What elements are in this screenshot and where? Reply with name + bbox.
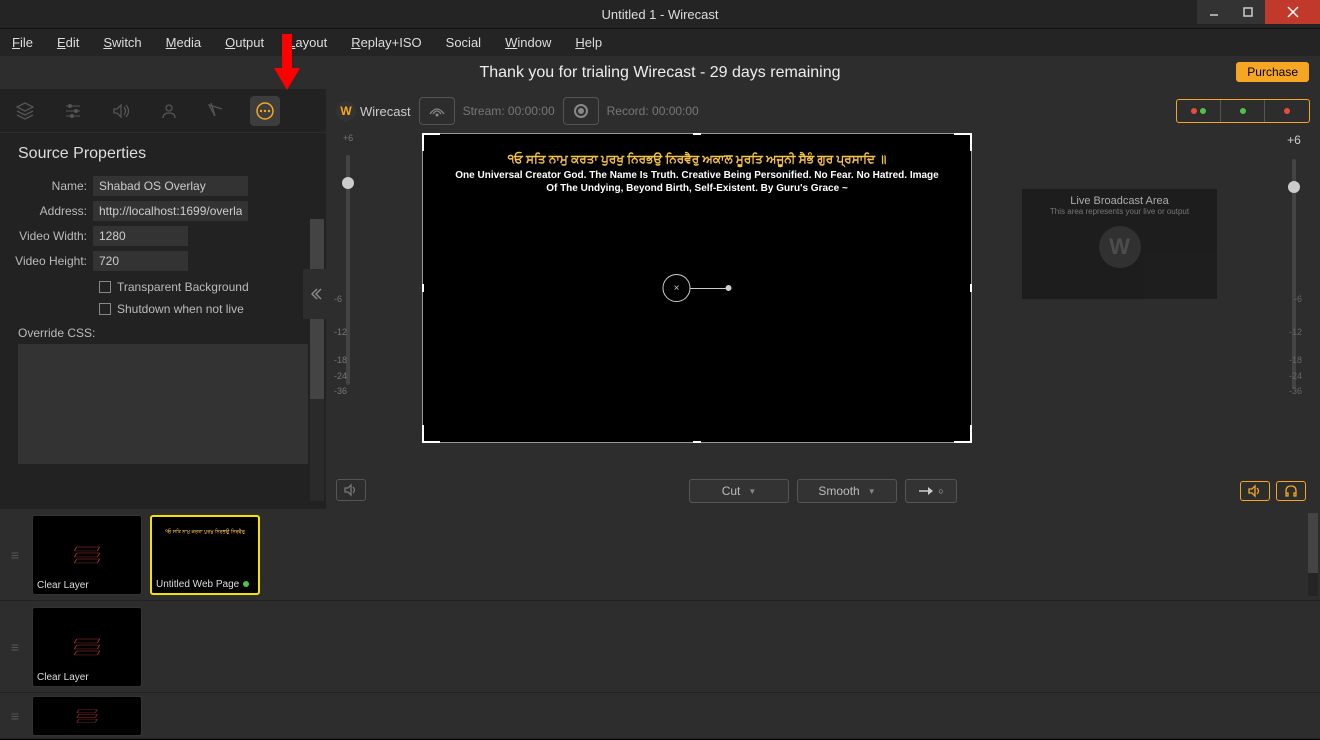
menu-file[interactable]: File [12, 35, 33, 50]
shot-clear-layer[interactable]: Clear Layer [32, 515, 142, 595]
maximize-button[interactable] [1231, 0, 1265, 24]
headphones-icon[interactable] [1276, 481, 1306, 501]
override-css-label: Override CSS: [0, 320, 326, 344]
width-label: Video Width: [8, 229, 93, 243]
meter-mark: -24 [1289, 371, 1302, 381]
checkbox-icon[interactable] [99, 281, 111, 293]
minimize-button[interactable] [1197, 0, 1231, 24]
preview-monitor[interactable]: ੧ਓ ਸਤਿ ਨਾਮੁ ਕਰਤਾ ਪੁਰਖੁ ਨਿਰਭਉ ਨਿਰਵੈਰੁ ਅਕਾ… [422, 133, 972, 443]
trial-message: Thank you for trialing Wirecast - 29 day… [479, 64, 840, 82]
trial-banner: Thank you for trialing Wirecast - 29 day… [0, 56, 1320, 89]
transform-handle[interactable]: × [663, 274, 732, 302]
name-input[interactable] [93, 176, 248, 196]
tab-crop-icon[interactable] [202, 96, 232, 126]
thumb-preview-text: ੧ਓ ਸਤਿ ਨਾਮੁ ਕਰਤਾ ਪੁਰਖੁ ਨਿਰਭਉ ਨਿਰਵੈਰੁ [161, 530, 249, 535]
go-button[interactable]: ○ [905, 479, 957, 503]
panel-title: Source Properties [0, 133, 326, 171]
layer-drag-handle[interactable]: ≡ [6, 547, 24, 563]
transition-cut-button[interactable]: Cut▼ [689, 479, 789, 503]
live-title: Live Broadcast Area [1070, 195, 1168, 207]
menu-help[interactable]: Help [575, 35, 602, 50]
shot-clear-layer[interactable]: Clear Layer [32, 607, 142, 687]
meter-mark: -6 [1294, 294, 1302, 304]
overlay-text-english: One Universal Creator God. The Name Is T… [423, 169, 971, 195]
layers-scrollbar[interactable] [1308, 513, 1318, 596]
menu-window[interactable]: Window [505, 35, 551, 50]
meter-mark: -12 [1289, 327, 1302, 337]
transition-smooth-button[interactable]: Smooth▼ [797, 479, 897, 503]
height-input[interactable] [93, 251, 188, 271]
layers-panel: ≡ Clear Layer ੧ਓ ਸਤਿ ਨਾਮੁ ਕਰਤਾ ਪੁਰਖੁ ਨਿਰ… [0, 509, 1320, 739]
speaker-icon[interactable] [1240, 481, 1270, 501]
menu-social[interactable]: Social [446, 35, 481, 50]
tab-audio-icon[interactable] [106, 96, 136, 126]
shot-clear-layer[interactable] [32, 696, 142, 736]
tab-sliders-icon[interactable] [58, 96, 88, 126]
panel-scrollbar[interactable] [310, 219, 324, 501]
properties-panel: Source Properties Name: Address: Video W… [0, 89, 326, 509]
layer-drag-handle[interactable]: ≡ [6, 708, 24, 724]
shot-untitled-web-page[interactable]: ੧ਓ ਸਤਿ ਨਾਮੁ ਕਰਤਾ ਪੁਰਖੁ ਨਿਰਭਉ ਨਿਰਵੈਰੁ Unt… [150, 515, 260, 595]
checkbox-icon[interactable] [99, 303, 111, 315]
meter-mark: -18 [1289, 355, 1302, 365]
go-light-2[interactable] [1221, 100, 1265, 122]
menu-edit[interactable]: Edit [57, 35, 79, 50]
purchase-button[interactable]: Purchase [1236, 62, 1309, 82]
close-button[interactable] [1265, 0, 1320, 24]
transparent-label: Transparent Background [117, 280, 249, 294]
layer-row-2: ≡ Clear Layer [0, 601, 1320, 693]
menu-output[interactable]: Output [225, 35, 264, 50]
live-audio-meter: +6 [1280, 89, 1308, 389]
wirecast-logo: W Wirecast [336, 101, 411, 121]
preview-audio-meter: +6 -6 -12 -18 -24 -36 [334, 89, 362, 509]
live-monitor[interactable]: Live Broadcast Area This area represents… [1022, 189, 1217, 299]
meter-mark: -36 [1289, 386, 1302, 396]
live-subtitle: This area represents your live or output [1050, 207, 1189, 216]
menu-replay[interactable]: Replay+ISO [351, 35, 421, 50]
shutdown-checkbox-row[interactable]: Shutdown when not live [0, 298, 326, 320]
layer-row-1: ≡ Clear Layer ੧ਓ ਸਤਿ ਨਾਮੁ ਕਰਤਾ ਪੁਰਖੁ ਨਿਰ… [0, 509, 1320, 601]
window-titlebar: Untitled 1 - Wirecast [0, 0, 1320, 28]
menu-switch[interactable]: Switch [103, 35, 141, 50]
panel-collapse-handle[interactable] [303, 269, 327, 319]
layer-row-3: ≡ [0, 693, 1320, 739]
tab-person-icon[interactable] [154, 96, 184, 126]
mute-icon[interactable] [336, 479, 366, 501]
name-label: Name: [8, 179, 93, 193]
menu-media[interactable]: Media [166, 35, 201, 50]
address-label: Address: [8, 204, 93, 218]
wirecast-watermark-icon: W [1099, 226, 1141, 268]
height-label: Video Height: [8, 254, 93, 268]
layers-stack-icon [73, 543, 101, 567]
layers-stack-icon [76, 706, 98, 725]
shutdown-label: Shutdown when not live [117, 302, 244, 316]
tab-more-icon[interactable] [250, 96, 280, 126]
menu-layout[interactable]: Layout [288, 35, 327, 50]
window-title: Untitled 1 - Wirecast [601, 7, 718, 22]
preview-area: W Wirecast Stream: 00:00:00 Record: 00:0… [326, 89, 1320, 509]
layers-stack-icon [73, 635, 101, 659]
meter-slider[interactable] [346, 155, 350, 385]
menu-bar: File Edit Switch Media Output Layout Rep… [0, 28, 1320, 56]
width-input[interactable] [93, 226, 188, 246]
address-input[interactable] [93, 201, 248, 221]
override-css-textarea[interactable] [18, 344, 308, 464]
tab-layers-icon[interactable] [10, 96, 40, 126]
transparent-checkbox-row[interactable]: Transparent Background [0, 276, 326, 298]
layer-drag-handle[interactable]: ≡ [6, 639, 24, 655]
